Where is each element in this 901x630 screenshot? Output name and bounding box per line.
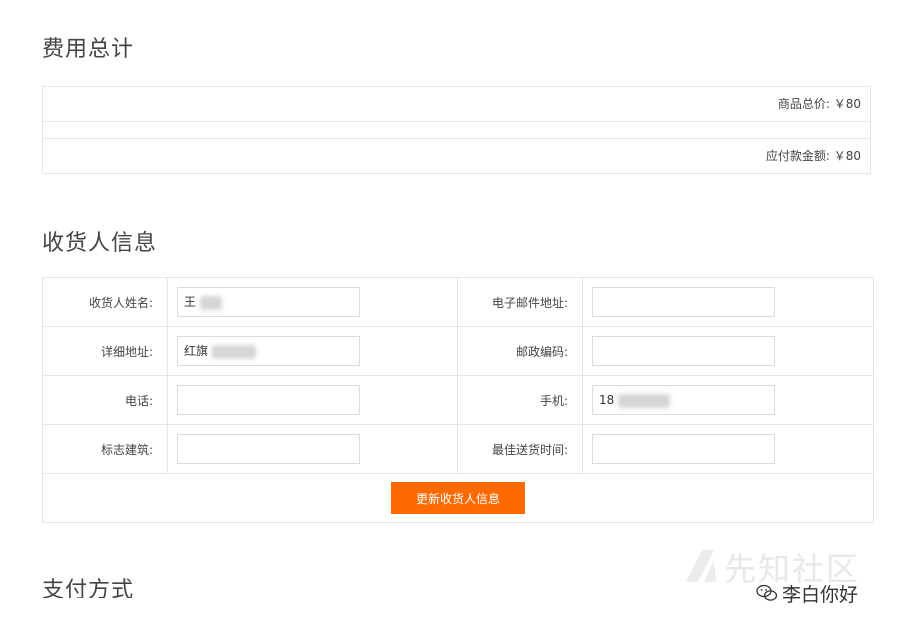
table-row: 标志建筑: 最佳送货时间:: [42, 424, 874, 474]
receiver-name-input[interactable]: 王: [177, 287, 360, 317]
email-input[interactable]: [592, 287, 775, 317]
summary-spacer-row: [43, 122, 870, 139]
update-receiver-button[interactable]: 更新收货人信息: [391, 482, 525, 514]
address-input[interactable]: 红旗: [177, 336, 360, 366]
table-row: 收货人姓名: 王 电子邮件地址:: [42, 277, 874, 327]
receiver-name-label: 收货人姓名:: [42, 277, 168, 327]
watermark-site-name: 先知社区: [724, 550, 861, 588]
watermark: 先知社区 李白你好: [680, 540, 901, 630]
receiver-form-table: 收货人姓名: 王 电子邮件地址: 详细地址: 红旗 邮政编码: 电话: 手机: …: [42, 277, 874, 523]
watermark-account-name: 李白你好: [782, 584, 859, 606]
landmark-input[interactable]: [177, 434, 360, 464]
address-label: 详细地址:: [42, 326, 168, 376]
zipcode-label: 邮政编码:: [457, 326, 583, 376]
redacted-blur: [618, 393, 671, 408]
phone-label: 电话:: [42, 375, 168, 425]
table-row: 详细地址: 红旗 邮政编码:: [42, 326, 874, 376]
wechat-icon: [756, 584, 778, 601]
goods-total: 商品总价: ￥80: [43, 87, 870, 122]
table-row: 更新收货人信息: [42, 473, 874, 523]
mobile-label: 手机:: [457, 375, 583, 425]
address-value: 红旗: [184, 344, 209, 358]
email-label: 电子邮件地址:: [457, 277, 583, 327]
redacted-blur: [200, 295, 223, 310]
phone-input[interactable]: [177, 385, 360, 415]
zipcode-input[interactable]: [592, 336, 775, 366]
mobile-value: 18: [599, 393, 615, 407]
fee-summary-box: 商品总价: ￥80 应付款金额: ￥80: [42, 86, 871, 174]
fee-summary-title: 费用总计: [42, 37, 135, 62]
redacted-blur: [212, 344, 257, 359]
delivery-time-input[interactable]: [592, 434, 775, 464]
receiver-name-value: 王: [184, 295, 197, 309]
payment-method-title: 支付方式: [42, 578, 135, 598]
table-row: 电话: 手机: 18: [42, 375, 874, 425]
receiver-info-title: 收货人信息: [42, 231, 158, 256]
xianzhi-logo-icon: [686, 550, 716, 582]
mobile-input[interactable]: 18: [592, 385, 775, 415]
amount-payable: 应付款金额: ￥80: [765, 149, 861, 163]
landmark-label: 标志建筑:: [42, 424, 168, 474]
delivery-time-label: 最佳送货时间:: [457, 424, 583, 474]
